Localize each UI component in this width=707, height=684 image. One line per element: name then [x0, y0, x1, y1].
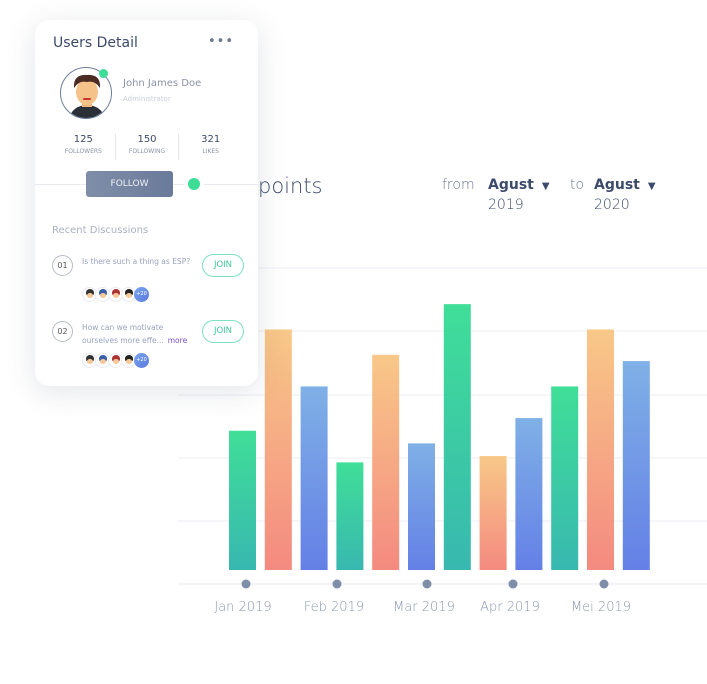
x-tick-dot	[508, 579, 518, 589]
from-label: from	[442, 177, 475, 193]
to-month-dropdown[interactable]: Agust ▼	[594, 177, 656, 193]
bar[interactable]	[336, 462, 364, 570]
stat-value: 150	[137, 134, 157, 145]
stat-followers: 125 FOLLOWERS	[52, 134, 116, 160]
stat-label: LIKES	[202, 148, 219, 155]
chat-icon[interactable]	[188, 178, 200, 190]
users-detail-card: Users Detail ••• John James Doe Administ…	[35, 20, 258, 386]
follow-button[interactable]: FOLLOW	[86, 171, 173, 197]
card-title: Users Detail	[53, 35, 138, 51]
to-year: 2020	[594, 197, 630, 213]
from-year: 2019	[488, 197, 524, 213]
more-link[interactable]: more	[168, 336, 187, 345]
participants: +20	[82, 287, 149, 302]
x-tick-label: Mei 2019	[571, 600, 631, 615]
join-button[interactable]: JOIN	[202, 320, 244, 343]
stat-value: 125	[73, 134, 93, 145]
join-button[interactable]: JOIN	[202, 254, 244, 277]
x-tick-dot	[332, 579, 342, 589]
caret-down-icon: ▼	[541, 181, 550, 192]
caret-down-icon: ▼	[647, 181, 656, 192]
bar[interactable]	[622, 361, 650, 570]
to-month: Agust	[594, 177, 640, 193]
from-month-dropdown[interactable]: Agust ▼	[488, 177, 550, 193]
participants: +20	[82, 353, 149, 368]
bar[interactable]	[408, 443, 435, 570]
chart-title: points	[258, 174, 323, 198]
more-participants-badge[interactable]: +20	[134, 353, 149, 368]
bar[interactable]	[372, 354, 400, 570]
stat-label: FOLLOWING	[128, 148, 166, 155]
more-participants-badge[interactable]: +20	[134, 287, 149, 302]
discussion-question[interactable]: Is there such a thing as ESP?	[82, 255, 192, 268]
stat-following: 150 FOLLOWING	[116, 134, 180, 160]
online-status-dot	[99, 69, 108, 78]
bar[interactable]	[264, 329, 292, 570]
x-tick-label: Apr 2019	[480, 600, 540, 615]
bar[interactable]	[551, 386, 579, 570]
stat-value: 321	[201, 134, 221, 145]
recent-discussions-title: Recent Discussions	[52, 225, 149, 236]
stat-label: FOLLOWERS	[64, 148, 102, 155]
x-tick-label: Jan 2019	[214, 600, 271, 615]
bar[interactable]	[443, 304, 471, 570]
from-month: Agust	[488, 177, 534, 193]
x-tick-dot	[241, 579, 251, 589]
bar[interactable]	[587, 329, 614, 570]
bar[interactable]	[229, 430, 256, 570]
user-name: John James Doe	[123, 78, 202, 89]
x-tick-dot	[422, 579, 432, 589]
bar[interactable]	[479, 456, 507, 570]
bar[interactable]	[515, 418, 543, 570]
bar[interactable]	[300, 386, 328, 570]
stat-likes: 321 LIKES	[179, 134, 242, 160]
to-label: to	[570, 177, 585, 193]
x-tick-label: Mar 2019	[393, 600, 455, 615]
discussion-number: 01	[52, 255, 73, 276]
user-stats: 125 FOLLOWERS 150 FOLLOWING 321 LIKES	[52, 134, 242, 160]
question-text: How can we motivate ourselves more effe.…	[82, 323, 164, 345]
discussion-number: 02	[52, 321, 73, 342]
x-tick-dot	[599, 579, 609, 589]
discussion-question[interactable]: How can we motivate ourselves more effe.…	[82, 321, 192, 347]
user-role: Administrator	[123, 95, 171, 103]
x-tick-label: Feb 2019	[304, 600, 364, 615]
more-horizontal-icon[interactable]: •••	[208, 34, 234, 49]
